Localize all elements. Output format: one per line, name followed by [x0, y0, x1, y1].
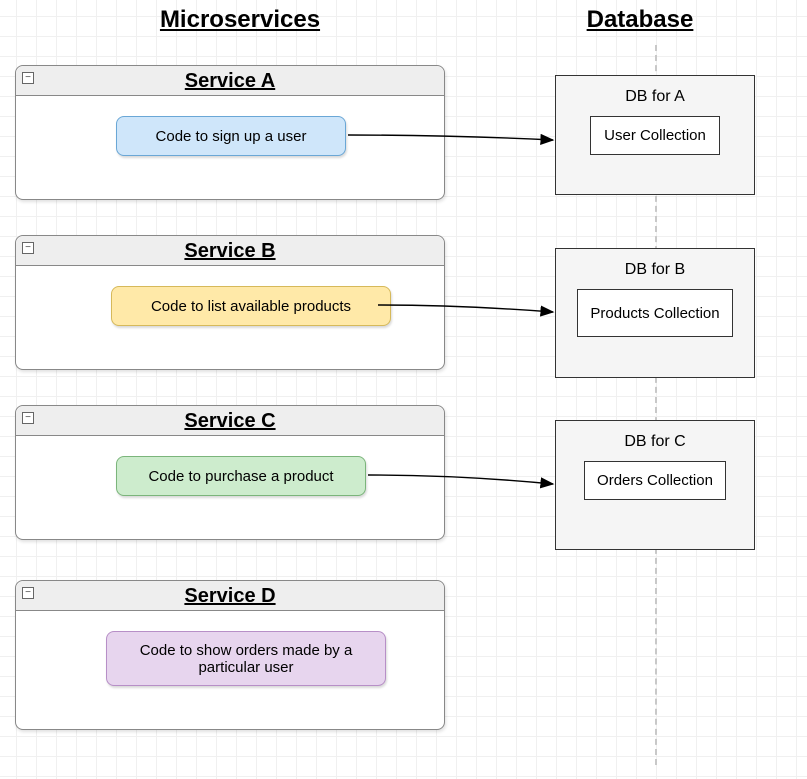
db-a-title: DB for A — [625, 88, 685, 106]
service-d-box[interactable]: − Service D Code to show orders made by … — [15, 580, 445, 730]
db-c-title: DB for C — [624, 433, 685, 451]
db-a-collection[interactable]: User Collection — [590, 116, 720, 155]
service-c-box[interactable]: − Service C Code to purchase a product — [15, 405, 445, 540]
service-a-box[interactable]: − Service A Code to sign up a user — [15, 65, 445, 200]
service-c-code[interactable]: Code to purchase a product — [116, 456, 366, 496]
db-b-collection[interactable]: Products Collection — [577, 289, 732, 337]
service-c-header: − Service C — [16, 406, 444, 436]
db-b-title: DB for B — [625, 261, 685, 279]
heading-database: Database — [540, 6, 740, 34]
service-d-header: − Service D — [16, 581, 444, 611]
service-c-title: Service C — [16, 406, 444, 436]
collapse-icon[interactable]: − — [22, 412, 34, 424]
db-a-box[interactable]: DB for A User Collection — [555, 75, 755, 195]
db-b-box[interactable]: DB for B Products Collection — [555, 248, 755, 378]
service-b-code[interactable]: Code to list available products — [111, 286, 391, 326]
db-c-collection[interactable]: Orders Collection — [584, 461, 726, 500]
service-b-header: − Service B — [16, 236, 444, 266]
service-a-code[interactable]: Code to sign up a user — [116, 116, 346, 156]
collapse-icon[interactable]: − — [22, 72, 34, 84]
collapse-icon[interactable]: − — [22, 587, 34, 599]
service-a-title: Service A — [16, 66, 444, 96]
service-a-header: − Service A — [16, 66, 444, 96]
db-c-box[interactable]: DB for C Orders Collection — [555, 420, 755, 550]
service-d-code[interactable]: Code to show orders made by a particular… — [106, 631, 386, 686]
collapse-icon[interactable]: − — [22, 242, 34, 254]
service-b-title: Service B — [16, 236, 444, 266]
service-b-box[interactable]: − Service B Code to list available produ… — [15, 235, 445, 370]
heading-microservices: Microservices — [120, 6, 360, 34]
service-d-title: Service D — [16, 581, 444, 611]
